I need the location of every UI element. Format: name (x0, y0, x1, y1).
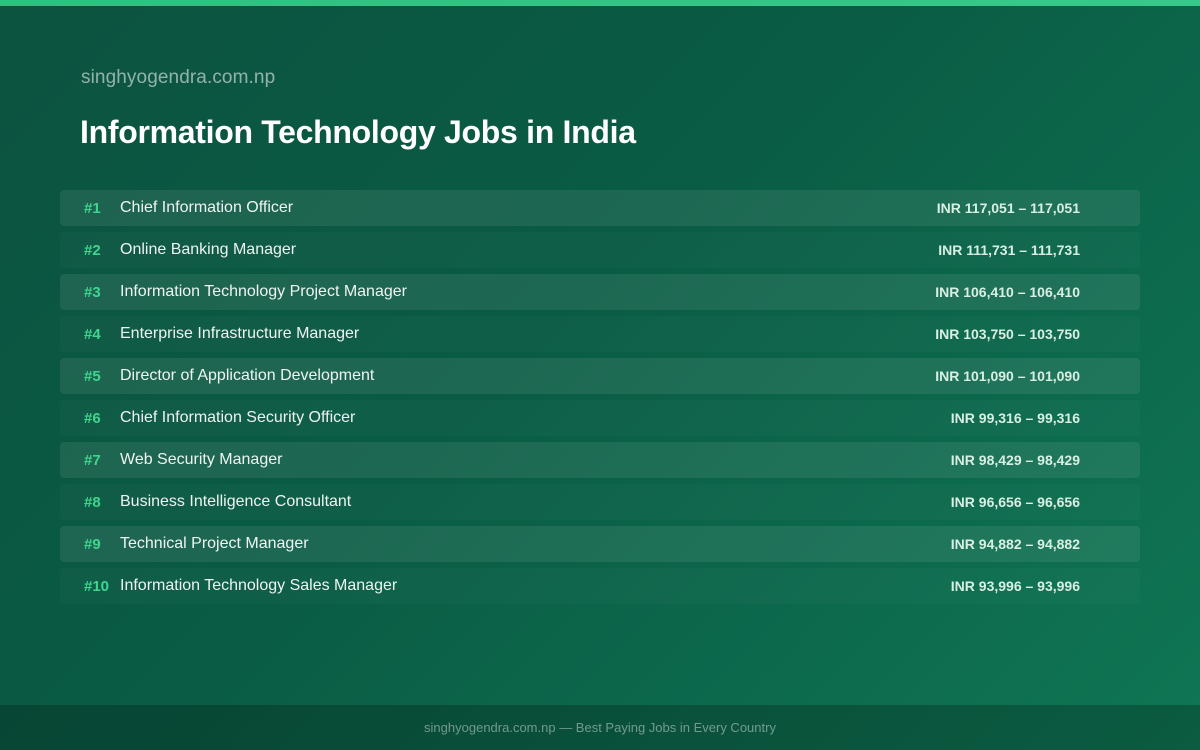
job-rank: #4 (84, 325, 101, 343)
footer-text: singhyogendra.com.np — Best Paying Jobs … (424, 720, 776, 735)
job-salary: INR 94,882 – 94,882 (950, 536, 1080, 552)
job-salary: INR 106,410 – 106,410 (935, 284, 1080, 300)
job-salary: INR 96,656 – 96,656 (950, 494, 1080, 510)
jobs-list: #1 Chief Information Officer INR 117,051… (60, 190, 1140, 610)
job-row-3: #3 Information Technology Project Manage… (60, 274, 1140, 310)
job-title: Information Technology Sales Manager (120, 577, 398, 594)
job-title: Information Technology Project Manager (120, 283, 407, 300)
job-row-10: #10 Information Technology Sales Manager… (60, 568, 1140, 604)
job-rank: #3 (84, 283, 101, 301)
job-salary: INR 98,429 – 98,429 (950, 452, 1080, 468)
job-salary: INR 101,090 – 101,090 (935, 368, 1080, 384)
job-rank: #8 (84, 493, 101, 511)
job-rank: #5 (84, 367, 101, 385)
site-label: singhyogendra.com.np (81, 67, 276, 88)
job-title: Chief Information Security Officer (120, 409, 356, 426)
job-rank: #2 (84, 241, 101, 259)
job-title: Director of Application Development (120, 367, 375, 384)
footer-bar: singhyogendra.com.np — Best Paying Jobs … (0, 705, 1200, 750)
job-rank: #1 (84, 199, 101, 217)
job-row-8: #8 Business Intelligence Consultant INR … (60, 484, 1140, 520)
job-row-7: #7 Web Security Manager INR 98,429 – 98,… (60, 442, 1140, 478)
job-rank: #9 (84, 535, 101, 553)
job-title: Online Banking Manager (120, 241, 297, 258)
job-salary: INR 93,996 – 93,996 (950, 578, 1080, 594)
job-rank: #6 (84, 409, 101, 427)
page-title: Information Technology Jobs in India (80, 114, 636, 150)
job-salary: INR 111,731 – 111,731 (938, 242, 1080, 258)
top-accent-bar (0, 0, 1200, 6)
job-title: Enterprise Infrastructure Manager (120, 325, 360, 342)
job-row-1: #1 Chief Information Officer INR 117,051… (60, 190, 1140, 226)
job-title: Technical Project Manager (120, 535, 309, 552)
job-rank: #10 (84, 577, 110, 595)
job-row-6: #6 Chief Information Security Officer IN… (60, 400, 1140, 436)
job-title: Chief Information Officer (120, 199, 294, 216)
job-title: Business Intelligence Consultant (120, 493, 352, 510)
job-salary: INR 117,051 – 117,051 (936, 200, 1080, 216)
job-salary: INR 103,750 – 103,750 (935, 326, 1080, 342)
job-row-2: #2 Online Banking Manager INR 111,731 – … (60, 232, 1140, 268)
job-row-4: #4 Enterprise Infrastructure Manager INR… (60, 316, 1140, 352)
job-row-9: #9 Technical Project Manager INR 94,882 … (60, 526, 1140, 562)
job-salary: INR 99,316 – 99,316 (950, 410, 1080, 426)
job-rank: #7 (84, 451, 101, 469)
job-row-5: #5 Director of Application Development I… (60, 358, 1140, 394)
job-title: Web Security Manager (120, 451, 283, 468)
